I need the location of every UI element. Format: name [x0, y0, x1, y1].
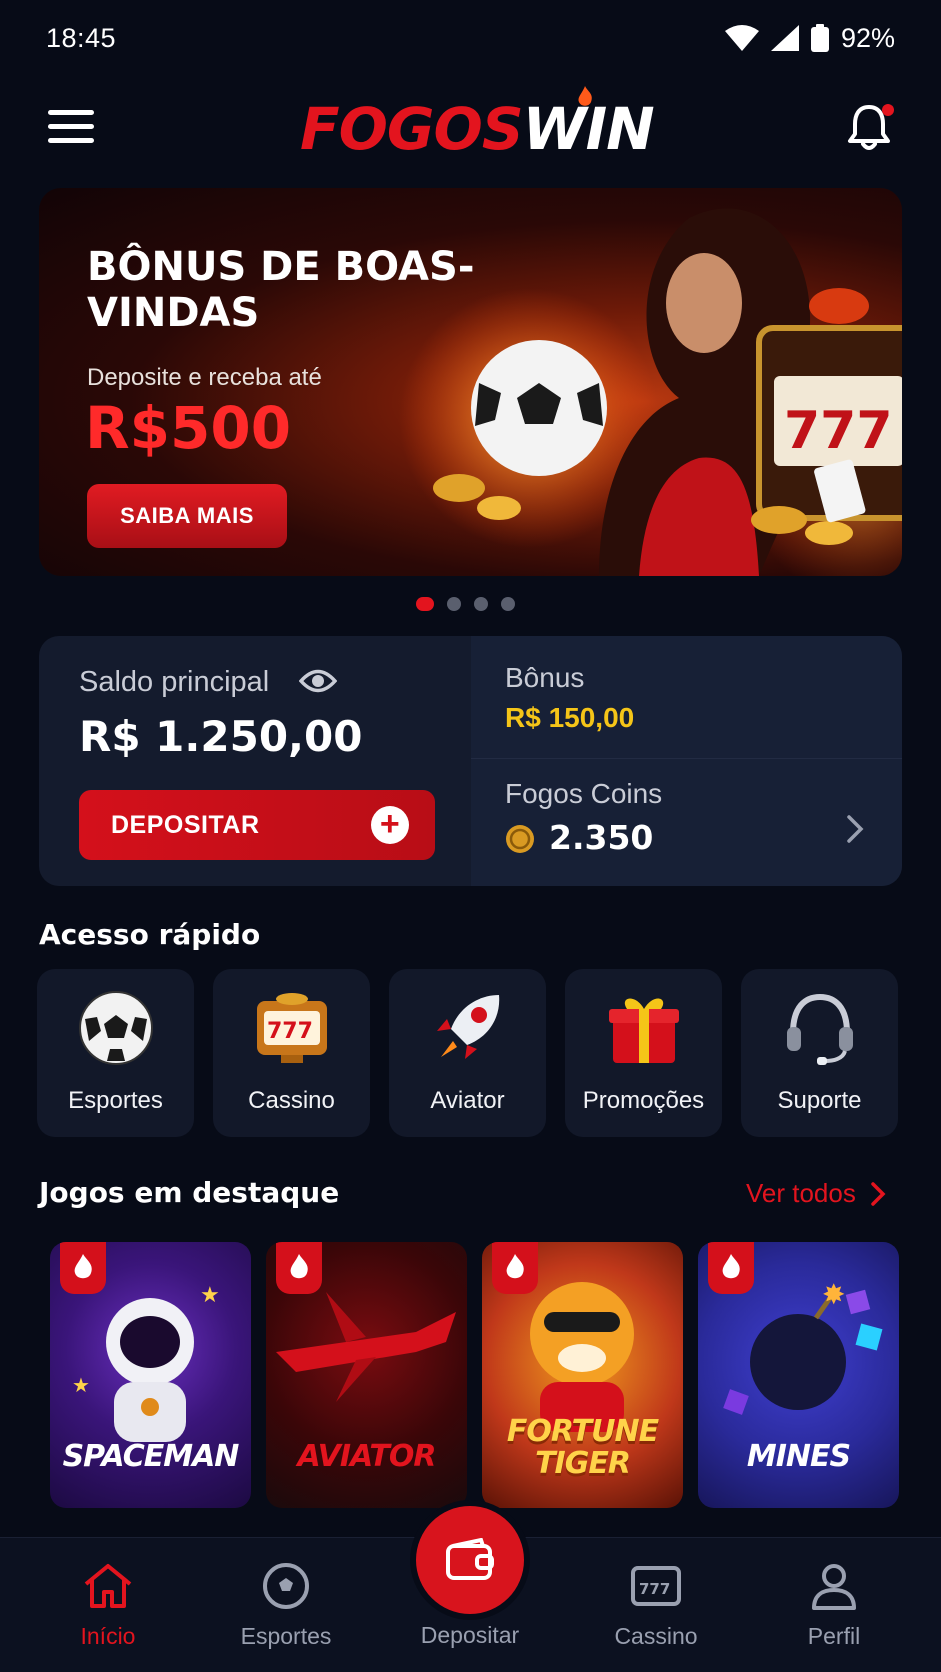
quick-esportes-label: Esportes: [68, 1087, 163, 1114]
quick-promocoes-label: Promoções: [582, 1087, 705, 1114]
nav-label: Esportes: [240, 1623, 332, 1649]
hamburger-menu-icon[interactable]: [48, 110, 94, 150]
quick-access-row: Esportes 777 Cassino Aviator Promoções S…: [37, 969, 898, 1137]
nav-cassino[interactable]: 777 Cassino: [576, 1562, 736, 1650]
game-card-spaceman[interactable]: ★ ★ SPACEMAN: [50, 1242, 251, 1508]
status-icons: 92%: [724, 22, 895, 54]
nav-label: Início: [80, 1623, 136, 1649]
featured-title: Jogos em destaque: [39, 1176, 340, 1209]
status-time: 18:45: [46, 22, 117, 53]
balance-divider: [471, 758, 902, 759]
main-balance-label: Saldo principal: [79, 666, 270, 698]
app-header: FOGOSWIN: [0, 80, 941, 180]
svg-text:★: ★: [72, 1375, 90, 1397]
carousel-dot-4[interactable]: [501, 597, 515, 611]
logo-fogos: FOGOS: [300, 95, 524, 163]
carousel-indicator: [416, 597, 515, 611]
game-title: SPACEMAN: [62, 1439, 240, 1474]
game-title: AVIATOR: [297, 1439, 437, 1474]
deposit-button-label: DEPOSITAR: [111, 810, 260, 839]
battery-icon: [810, 24, 829, 52]
balance-card: Saldo principal R$ 1.250,00 DEPOSITAR + …: [39, 636, 902, 886]
plus-icon: +: [371, 806, 409, 844]
nav-depositar-label[interactable]: Depositar: [390, 1622, 550, 1649]
quick-promocoes[interactable]: Promoções: [565, 969, 722, 1137]
signal-icon: [770, 25, 799, 51]
game-card-fortune-tiger[interactable]: FORTUNE TIGER: [482, 1242, 683, 1508]
quick-cassino-label: Cassino: [248, 1087, 335, 1114]
status-bar: 18:45 92%: [0, 0, 941, 76]
nav-esportes[interactable]: Esportes: [206, 1562, 366, 1650]
fire-icon: [492, 1242, 538, 1294]
svg-text:★: ★: [200, 1282, 220, 1307]
svg-text:777: 777: [784, 401, 893, 461]
quick-access-title: Acesso rápido: [39, 918, 261, 951]
quick-aviator-label: Aviator: [430, 1087, 505, 1114]
soccer-ball-icon: [263, 1563, 309, 1609]
promo-banner[interactable]: 777 BÔNUS DE BOAS-VINDAS Deposite e rece…: [39, 188, 902, 576]
fire-icon: [60, 1242, 106, 1294]
banner-title: BÔNUS DE BOAS-VINDAS: [87, 244, 475, 336]
bell-icon[interactable]: [846, 102, 896, 158]
svg-text:777: 777: [267, 1019, 313, 1044]
home-icon: [84, 1564, 132, 1608]
flame-icon: [578, 86, 592, 106]
quick-suporte-label: Suporte: [777, 1087, 862, 1114]
game-card-mines[interactable]: ✸ MINES: [698, 1242, 899, 1508]
battery-percent: 92%: [840, 22, 895, 53]
nav-label: Cassino: [614, 1623, 698, 1649]
deposit-button[interactable]: DEPOSITAR +: [79, 790, 435, 860]
chevron-right-icon: [871, 1181, 886, 1206]
see-all-link[interactable]: Ver todos: [746, 1178, 886, 1209]
svg-text:✸: ✸: [822, 1279, 845, 1310]
svg-text:777: 777: [639, 1580, 670, 1598]
fire-icon: [276, 1242, 322, 1294]
eye-icon[interactable]: [299, 668, 337, 694]
carousel-dot-3[interactable]: [474, 597, 488, 611]
wifi-icon: [724, 25, 759, 51]
carousel-dot-1[interactable]: [416, 597, 434, 611]
bonus-label: Bônus: [505, 662, 585, 693]
quick-cassino[interactable]: 777 Cassino: [213, 969, 370, 1137]
game-card-aviator[interactable]: AVIATOR: [266, 1242, 467, 1508]
main-balance-value: R$ 1.250,00: [79, 712, 363, 761]
quick-aviator[interactable]: Aviator: [389, 969, 546, 1137]
featured-games-row: ★ ★ SPACEMAN AVIATOR FORTUNE TIGER ✸ MIN…: [50, 1242, 899, 1508]
coin-icon: [506, 825, 534, 853]
slot-machine-icon: 777: [257, 993, 327, 1063]
chevron-right-icon[interactable]: [845, 814, 865, 844]
user-icon: [812, 1564, 856, 1610]
headset-icon: [787, 993, 853, 1065]
app-logo[interactable]: FOGOSWIN: [300, 86, 655, 164]
nav-perfil[interactable]: Perfil: [754, 1562, 914, 1650]
slot-machine-icon: 777: [631, 1566, 681, 1606]
coins-value: 2.350: [549, 818, 654, 857]
deposit-fab[interactable]: [416, 1506, 524, 1614]
banner-subtitle: Deposite e receba até: [87, 364, 322, 391]
notification-dot: [882, 104, 894, 116]
soccer-ball-icon: [79, 991, 153, 1065]
banner-amount: R$500: [85, 394, 292, 462]
nav-inicio[interactable]: Início: [28, 1562, 188, 1650]
bonus-value: R$ 150,00: [505, 702, 635, 733]
nav-label: Perfil: [807, 1623, 861, 1649]
rocket-icon: [437, 995, 500, 1059]
game-title: FORTUNE TIGER: [506, 1414, 659, 1481]
game-title: MINES: [746, 1439, 851, 1474]
gift-icon: [609, 998, 679, 1063]
carousel-dot-2[interactable]: [447, 597, 461, 611]
quick-esportes[interactable]: Esportes: [37, 969, 194, 1137]
coins-label[interactable]: Fogos Coins: [505, 778, 662, 810]
quick-suporte[interactable]: Suporte: [741, 969, 898, 1137]
see-all-label: Ver todos: [746, 1178, 856, 1208]
saiba-mais-button[interactable]: SAIBA MAIS: [87, 484, 287, 548]
fire-icon: [708, 1242, 754, 1294]
wallet-icon: [446, 1538, 494, 1580]
